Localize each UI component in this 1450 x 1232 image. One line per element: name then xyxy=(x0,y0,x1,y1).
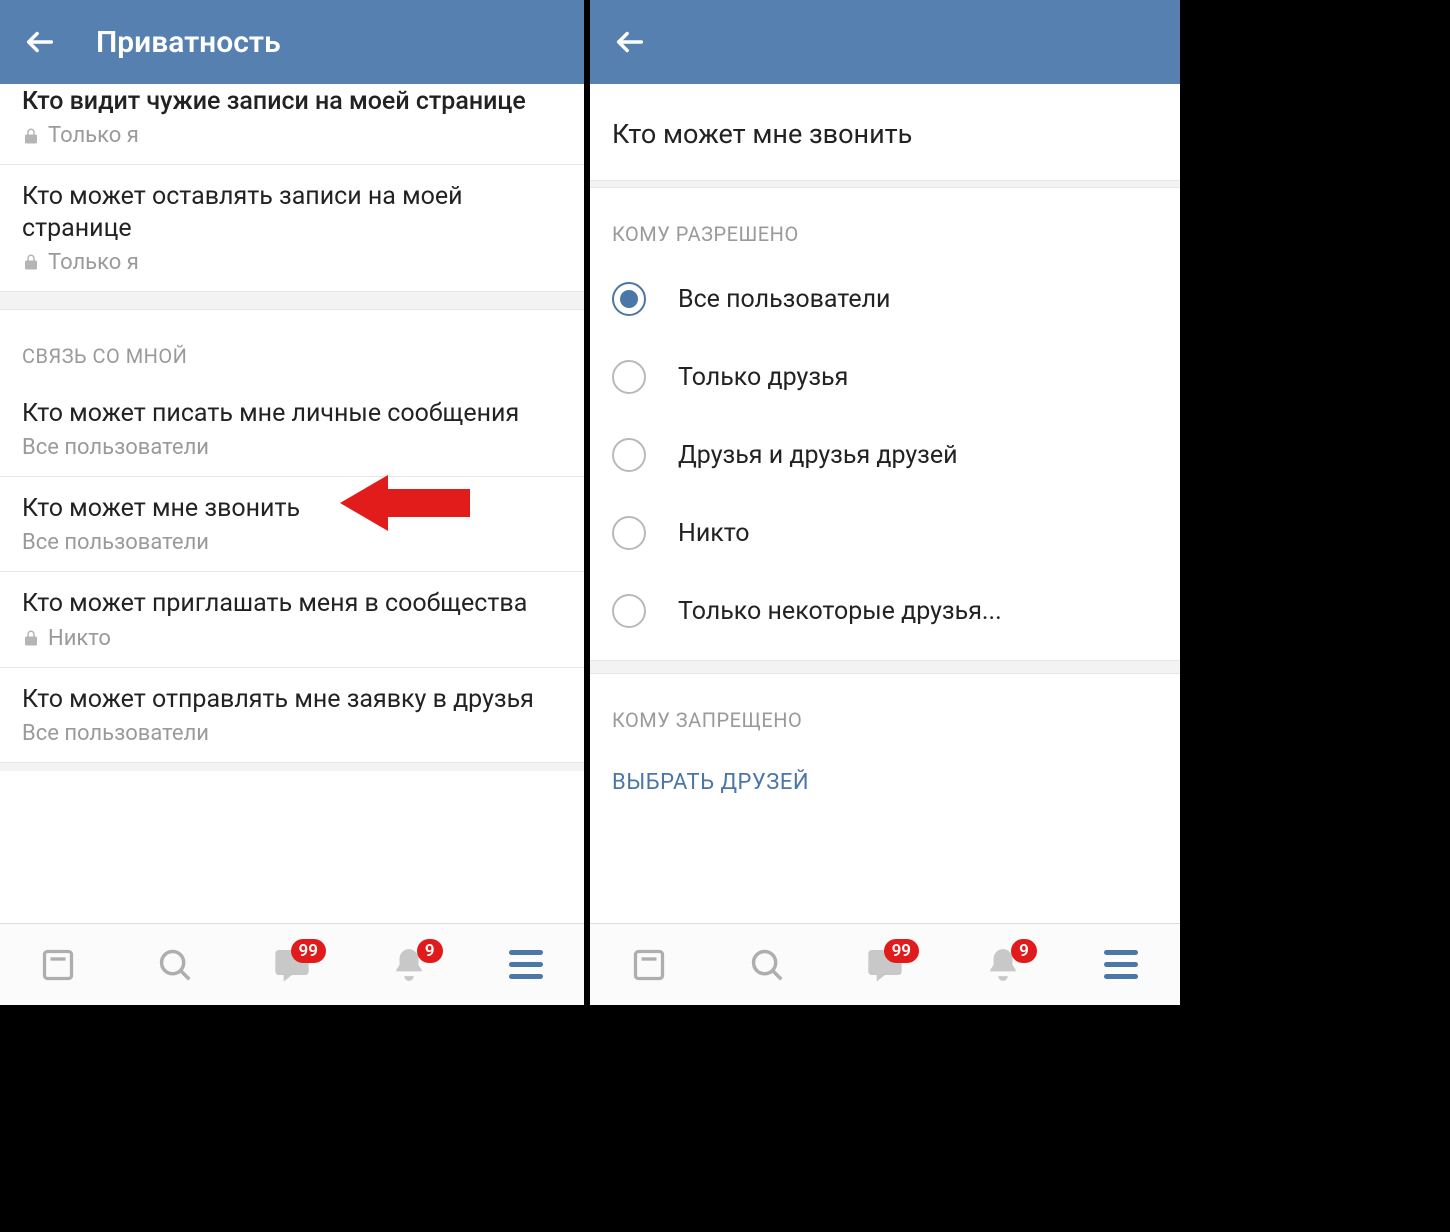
lock-icon xyxy=(22,127,40,145)
hamburger-icon xyxy=(1104,950,1138,979)
separator xyxy=(590,180,1180,188)
allowed-header: КОМУ РАЗРЕШЕНО xyxy=(590,188,1180,260)
privacy-row-invite-groups[interactable]: Кто может приглашать меня в сообщества Н… xyxy=(0,572,584,667)
privacy-row-leave-posts[interactable]: Кто может оставлять записи на моей стран… xyxy=(0,165,584,292)
arrow-left-icon xyxy=(23,25,57,59)
notifications-badge: 9 xyxy=(417,939,443,963)
call-permission-content: Кто может мне звонить КОМУ РАЗРЕШЕНО Все… xyxy=(590,84,1180,923)
radio-icon xyxy=(612,438,646,472)
topbar: Приватность xyxy=(0,0,584,84)
messages-badge: 99 xyxy=(291,939,326,963)
feed-icon xyxy=(631,947,667,983)
tab-feed[interactable] xyxy=(619,935,679,995)
privacy-content: Кто видит чужие записи на моей странице … xyxy=(0,84,584,923)
row-title: Кто может мне звонить xyxy=(22,493,562,524)
radio-icon xyxy=(612,360,646,394)
bottom-gap xyxy=(0,763,584,771)
lock-icon xyxy=(22,629,40,647)
denied-header: КОМУ ЗАПРЕЩЕНО xyxy=(590,674,1180,746)
tab-messages[interactable]: 99 xyxy=(262,935,322,995)
row-value-text: Никто xyxy=(48,626,111,651)
lock-icon xyxy=(22,253,40,271)
tab-search[interactable] xyxy=(145,935,205,995)
row-value: Только я xyxy=(22,250,562,275)
screen-call-permissions: Кто может мне звонить КОМУ РАЗРЕШЕНО Все… xyxy=(590,0,1180,1005)
section-gap xyxy=(0,292,584,310)
row-value: Только я xyxy=(22,123,562,148)
notifications-badge: 9 xyxy=(1011,939,1037,963)
row-title: Кто может приглашать меня в сообщества xyxy=(22,588,562,619)
choose-friends-link[interactable]: ВЫБРАТЬ ДРУЗЕЙ xyxy=(590,746,1180,795)
back-button[interactable] xyxy=(20,22,60,62)
search-icon xyxy=(748,946,786,984)
tab-menu[interactable] xyxy=(1091,935,1151,995)
option-friends-only[interactable]: Только друзья xyxy=(590,338,1180,416)
section-contact-header: СВЯЗЬ СО МНОЙ xyxy=(0,310,584,382)
row-value: Никто xyxy=(22,626,562,651)
option-label: Друзья и друзья друзей xyxy=(678,441,958,470)
option-label: Только некоторые друзья... xyxy=(678,597,1002,626)
tabbar: 99 9 xyxy=(590,923,1180,1005)
row-value-text: Только я xyxy=(48,123,139,148)
row-value-text: Все пользователи xyxy=(22,721,209,746)
row-value-text: Все пользователи xyxy=(22,530,209,555)
privacy-row-calls[interactable]: Кто может мне звонить Все пользователи xyxy=(0,477,584,572)
topbar xyxy=(590,0,1180,84)
back-button[interactable] xyxy=(610,22,650,62)
tab-notifications[interactable]: 9 xyxy=(379,935,439,995)
row-title: Кто может писать мне личные сообщения xyxy=(22,398,562,429)
search-icon xyxy=(156,946,194,984)
row-title: Кто видит чужие записи на моей странице xyxy=(22,86,562,117)
option-some-friends[interactable]: Только некоторые друзья... xyxy=(590,572,1180,650)
hamburger-icon xyxy=(509,950,543,979)
row-value-text: Только я xyxy=(48,250,139,275)
row-title: Кто может оставлять записи на моей стран… xyxy=(22,181,562,244)
option-friends-of-friends[interactable]: Друзья и друзья друзей xyxy=(590,416,1180,494)
row-value-text: Все пользователи xyxy=(22,435,209,460)
privacy-row-friend-requests[interactable]: Кто может отправлять мне заявку в друзья… xyxy=(0,668,584,763)
row-value: Все пользователи xyxy=(22,721,562,746)
row-value: Все пользователи xyxy=(22,530,562,555)
tabbar: 99 9 xyxy=(0,923,584,1005)
arrow-left-icon xyxy=(613,25,647,59)
page-title: Кто может мне звонить xyxy=(590,84,1180,180)
arrow-callout-icon xyxy=(340,471,470,535)
page-title: Приватность xyxy=(96,25,281,60)
row-value: Все пользователи xyxy=(22,435,562,460)
option-label: Все пользователи xyxy=(678,285,890,314)
privacy-row-messages[interactable]: Кто может писать мне личные сообщения Вс… xyxy=(0,382,584,477)
radio-icon xyxy=(612,594,646,628)
tab-notifications[interactable]: 9 xyxy=(973,935,1033,995)
messages-badge: 99 xyxy=(884,939,919,963)
option-label: Никто xyxy=(678,519,750,548)
feed-icon xyxy=(40,947,76,983)
privacy-row-others-posts[interactable]: Кто видит чужие записи на моей странице … xyxy=(0,84,584,165)
option-nobody[interactable]: Никто xyxy=(590,494,1180,572)
tab-messages[interactable]: 99 xyxy=(855,935,915,995)
row-title: Кто может отправлять мне заявку в друзья xyxy=(22,684,562,715)
tab-menu[interactable] xyxy=(496,935,556,995)
tab-feed[interactable] xyxy=(28,935,88,995)
option-all-users[interactable]: Все пользователи xyxy=(590,260,1180,338)
separator xyxy=(590,660,1180,674)
radio-icon xyxy=(612,516,646,550)
radio-selected-icon xyxy=(612,282,646,316)
tab-search[interactable] xyxy=(737,935,797,995)
option-label: Только друзья xyxy=(678,363,848,392)
screen-privacy-list: Приватность Кто видит чужие записи на мо… xyxy=(0,0,590,1005)
